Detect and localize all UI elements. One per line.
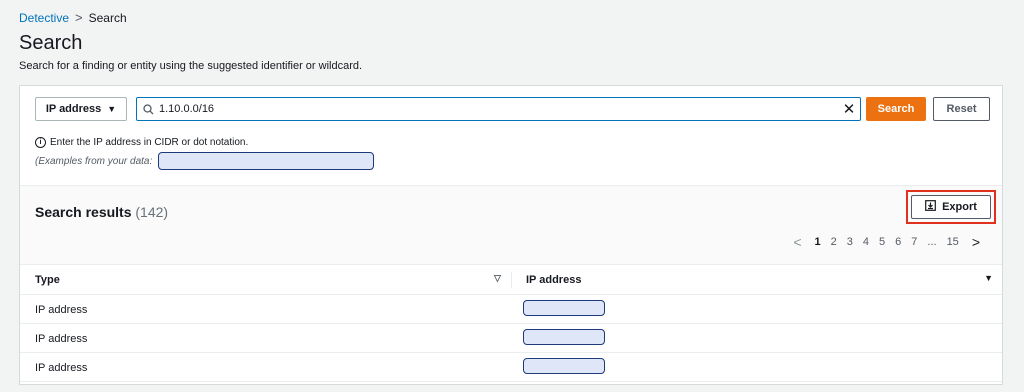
results-table: Type ▽ IP address ▼ IP address IP addres… bbox=[20, 264, 1002, 382]
redacted-ip-link[interactable] bbox=[523, 329, 605, 345]
clear-icon[interactable]: ✕ bbox=[838, 100, 860, 118]
breadcrumb-separator: > bbox=[75, 10, 83, 25]
pagination-next[interactable]: > bbox=[964, 234, 988, 250]
redacted-ip-link[interactable] bbox=[523, 358, 605, 374]
cell-type: IP address bbox=[35, 304, 88, 316]
search-panel: IP address ▼ ✕ Search Reset i Enter the … bbox=[19, 85, 1003, 385]
pagination: < 1 2 3 4 5 6 7 ... 15 > bbox=[785, 234, 988, 250]
page-2[interactable]: 2 bbox=[826, 236, 842, 248]
redacted-ip-link[interactable] bbox=[523, 300, 605, 316]
cell-type: IP address bbox=[35, 362, 88, 374]
export-icon bbox=[925, 200, 936, 214]
page-5[interactable]: 5 bbox=[874, 236, 890, 248]
examples-label: (Examples from your data: bbox=[35, 155, 153, 167]
table-row: IP address bbox=[20, 353, 1002, 382]
breadcrumb: Detective > Search bbox=[19, 10, 127, 25]
sort-icon[interactable]: ▽ bbox=[494, 273, 501, 284]
redacted-example-value[interactable] bbox=[158, 152, 375, 170]
results-title: Search results (142) bbox=[35, 204, 168, 220]
info-icon: i bbox=[35, 137, 46, 148]
results-title-text: Search results bbox=[35, 204, 132, 220]
column-header-ip-address[interactable]: IP address bbox=[526, 274, 581, 286]
export-label: Export bbox=[942, 201, 977, 213]
page-title: Search bbox=[19, 32, 83, 54]
page-1[interactable]: 1 bbox=[810, 236, 826, 248]
table-row: IP address bbox=[20, 324, 1002, 353]
column-divider[interactable] bbox=[511, 272, 512, 288]
results-header: Search results (142) Export < 1 2 3 4 5 … bbox=[20, 185, 1002, 265]
identifier-type-label: IP address bbox=[45, 103, 102, 115]
search-input[interactable] bbox=[159, 103, 838, 115]
page-7[interactable]: 7 bbox=[906, 236, 922, 248]
page-15[interactable]: 15 bbox=[942, 236, 964, 248]
caret-down-icon: ▼ bbox=[107, 104, 117, 114]
search-row: IP address ▼ ✕ Search Reset bbox=[35, 97, 990, 121]
export-button[interactable]: Export bbox=[911, 195, 991, 219]
page-3[interactable]: 3 bbox=[842, 236, 858, 248]
search-button[interactable]: Search bbox=[866, 97, 926, 121]
table-row: IP address bbox=[20, 295, 1002, 324]
table-header: Type ▽ IP address ▼ bbox=[20, 264, 1002, 295]
sort-descending-icon[interactable]: ▼ bbox=[984, 273, 993, 283]
breadcrumb-current: Search bbox=[88, 10, 127, 25]
page-6[interactable]: 6 bbox=[890, 236, 906, 248]
pagination-prev[interactable]: < bbox=[785, 234, 809, 250]
breadcrumb-detective-link[interactable]: Detective bbox=[19, 11, 69, 25]
page-description: Search for a finding or entity using the… bbox=[19, 60, 363, 72]
cell-type: IP address bbox=[35, 333, 88, 345]
search-hint: i Enter the IP address in CIDR or dot no… bbox=[35, 137, 248, 148]
column-header-type[interactable]: Type bbox=[35, 274, 60, 286]
page-ellipsis: ... bbox=[927, 236, 937, 248]
search-icon bbox=[137, 103, 159, 115]
search-hint-text: Enter the IP address in CIDR or dot nota… bbox=[50, 137, 249, 148]
examples: (Examples from your data: bbox=[35, 152, 375, 170]
reset-button[interactable]: Reset bbox=[933, 97, 990, 121]
identifier-type-select[interactable]: IP address ▼ bbox=[35, 97, 127, 121]
results-count: (142) bbox=[135, 204, 169, 220]
page-4[interactable]: 4 bbox=[858, 236, 874, 248]
search-field[interactable]: ✕ bbox=[136, 97, 861, 121]
